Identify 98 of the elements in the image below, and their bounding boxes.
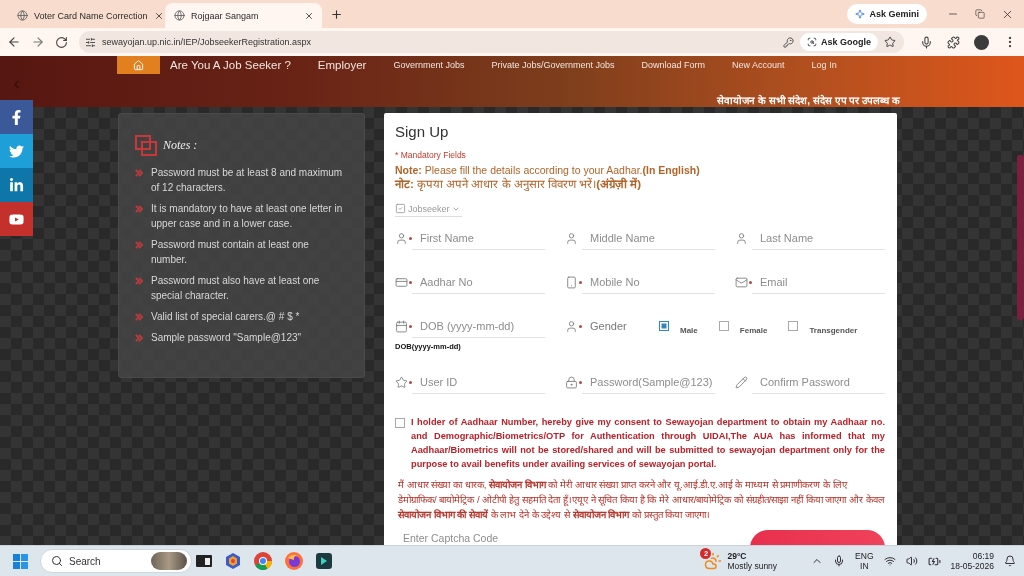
nav-link[interactable]: Log In [811, 58, 837, 72]
linkedin-icon [9, 177, 24, 193]
checkbox-label: Male [680, 324, 698, 336]
sparkle-icon [855, 9, 866, 19]
lens-icon [807, 37, 817, 47]
speaker-icon[interactable] [905, 555, 918, 567]
double-chevron-icon [135, 205, 143, 213]
double-chevron-icon [135, 241, 143, 249]
form-title: Sign Up [395, 122, 450, 142]
checked-box-icon [395, 203, 406, 214]
mandatory-note: * Mandatory Fields [395, 150, 467, 160]
note-text: Password must contain at least one number. [151, 238, 310, 267]
star-icon[interactable] [884, 36, 896, 48]
social-button[interactable] [0, 202, 33, 236]
bird-icon [9, 143, 24, 159]
scrollbar-thumb[interactable] [1017, 155, 1024, 320]
double-chevron-icon [135, 169, 143, 177]
nav-link[interactable]: Private Jobs/Government Jobs [491, 58, 615, 72]
house-icon [133, 59, 144, 71]
globe-logo-icon[interactable] [285, 552, 303, 570]
search-picture [151, 552, 187, 570]
plus-icon[interactable] [330, 7, 343, 21]
input-field[interactable]: Last Name [752, 226, 885, 250]
input-field[interactable]: Mobile No [582, 270, 715, 294]
arrow-right-icon[interactable] [31, 35, 45, 49]
nav-link[interactable]: Are You A Job Seeker ? [170, 58, 291, 72]
checkbox[interactable] [395, 418, 405, 428]
browser-tab[interactable]: Voter Card Name Correction [8, 3, 165, 28]
input-field[interactable]: Email [752, 270, 885, 294]
sun-cloud-icon [704, 552, 723, 570]
avatar-circle[interactable] [974, 34, 989, 50]
note-text: Password must also have at least one special character. [151, 274, 321, 303]
checkbox[interactable] [659, 321, 669, 331]
input-field[interactable]: User ID [412, 370, 545, 394]
checkbox-label: Transgender [809, 324, 858, 336]
search-button[interactable]: Search [40, 549, 192, 573]
microphone-icon[interactable] [920, 35, 933, 49]
hexagon-app-icon[interactable] [225, 553, 241, 569]
search-icon [51, 555, 63, 567]
app-tile-icon[interactable] [316, 553, 332, 569]
weather-condition: Mostly sunny [727, 561, 778, 571]
social-button[interactable] [0, 100, 33, 134]
social-button[interactable] [0, 134, 33, 168]
double-chevron-icon [135, 334, 143, 342]
checkbox[interactable] [788, 321, 799, 331]
window-tile-icon[interactable] [196, 554, 212, 568]
form-note: नोट: कृपया अपने आधार के अनुसार विवरण भरें।(अंग्रेज़ी में) [395, 177, 643, 192]
globe-icon [174, 10, 185, 21]
region-code[interactable]: IN [860, 561, 869, 571]
microphone-icon[interactable] [833, 555, 846, 567]
overlapping-squares-icon [135, 135, 157, 156]
input-field[interactable]: Password(Sample@123) [582, 370, 715, 394]
input-field[interactable]: Aadhar No [412, 270, 545, 294]
arrow-left-icon[interactable] [7, 35, 21, 49]
consent-text: मैं आधार संख्या का धारक, सेवायोजन विभाग को मेरी आधार संख्या प्राप्त करने और यू.आई.डी.ए.आई के माध्यम से प्रमाणीकरण के लिए डेमोग्राफिक/ बायोमेट्रिक / ओटीपी हेतु सहमति देता हूँ।एयूए ने सूचित किया है कि मेरे आधार/बायोमेट्रिक को संग्रहीत/साझा नहीं किया जाएगा और केवल सेवायोजन विभाग की सेवायें के लाभ देने के उद्देश्य से सेवायोजन विभाग को प्रस्तुत किया जाएगा। [396, 478, 885, 522]
clock-time[interactable]: 06:19 [972, 551, 994, 561]
checkbox-label: Female [739, 324, 768, 336]
close-icon[interactable] [304, 10, 314, 21]
temperature: 29°C [727, 551, 747, 561]
language-code[interactable]: ENG [855, 551, 874, 561]
double-chevron-icon [135, 277, 143, 285]
wifi-icon[interactable] [883, 555, 896, 567]
note-text: Password must be at least 8 and maximum of 12 characters. [151, 166, 344, 195]
nav-link[interactable]: Government Jobs [393, 58, 465, 72]
nav-link[interactable]: Employer [317, 58, 367, 72]
clock-date[interactable]: 18-05-2026 [950, 561, 994, 571]
social-button[interactable] [0, 168, 33, 202]
double-chevron-icon [135, 313, 143, 321]
note-text: Valid list of special carers.@ # $ * [151, 310, 301, 324]
sliders-icon[interactable] [85, 36, 96, 48]
windows-logo-icon[interactable] [13, 553, 28, 569]
ask-gemini-button[interactable]: Ask Gemini [847, 4, 927, 24]
round-logo-icon[interactable] [254, 552, 272, 570]
input-field[interactable]: Confirm Password [752, 370, 885, 394]
news-ticker: सेवायोजन के सभी संदेश, संदेस एप पर उपलब्ध क [717, 94, 900, 107]
nav-link[interactable]: Download Form [641, 58, 706, 72]
browser-tab[interactable]: Rojgaar Sangam [165, 3, 322, 28]
globe-icon [17, 10, 28, 21]
facebook-icon [9, 109, 24, 125]
key-icon[interactable] [783, 36, 794, 48]
note-text: It is mandatory to have at least one letter in upper case and in a lower case. [151, 202, 344, 231]
bell-icon[interactable] [1004, 555, 1016, 567]
restore-icon[interactable] [975, 9, 985, 19]
input-field[interactable]: First Name [412, 226, 545, 250]
form-note: Note: Please fill the details according to your Aadhar.(In English) [395, 163, 701, 177]
field-label: Gender [590, 320, 628, 332]
nav-link[interactable]: New Account [732, 58, 785, 72]
close-icon[interactable] [153, 10, 164, 21]
consent-text: I holder of Aadhaar Number, hereby give my consent to Sewayojan department to obtain my Aadhaar no. and Demographic/Biometrics/OTP for Authentication through UIDAI,The AUA has informed that my Aadhaar/Biometrics will not be stored/shared and will be submitted to sewayojan department only for the purpose to avail benefits under availing services of sewayojan portal. [411, 416, 885, 471]
address-bar[interactable]: sewayojan.up.nic.in/IEP/JobseekerRegistration.aspx Ask Google [79, 31, 904, 53]
notes-title: Notes : [163, 138, 198, 153]
input-field[interactable]: Middle Name [582, 226, 715, 250]
ask-google-button[interactable]: Ask Google [800, 33, 878, 51]
note-text: Sample password "Sample@123" [151, 331, 303, 345]
reload-icon[interactable] [55, 35, 68, 49]
puzzle-icon[interactable] [947, 35, 960, 49]
checkbox[interactable] [718, 321, 729, 331]
input-field[interactable]: DOB (yyyy-mm-dd) [412, 314, 545, 338]
